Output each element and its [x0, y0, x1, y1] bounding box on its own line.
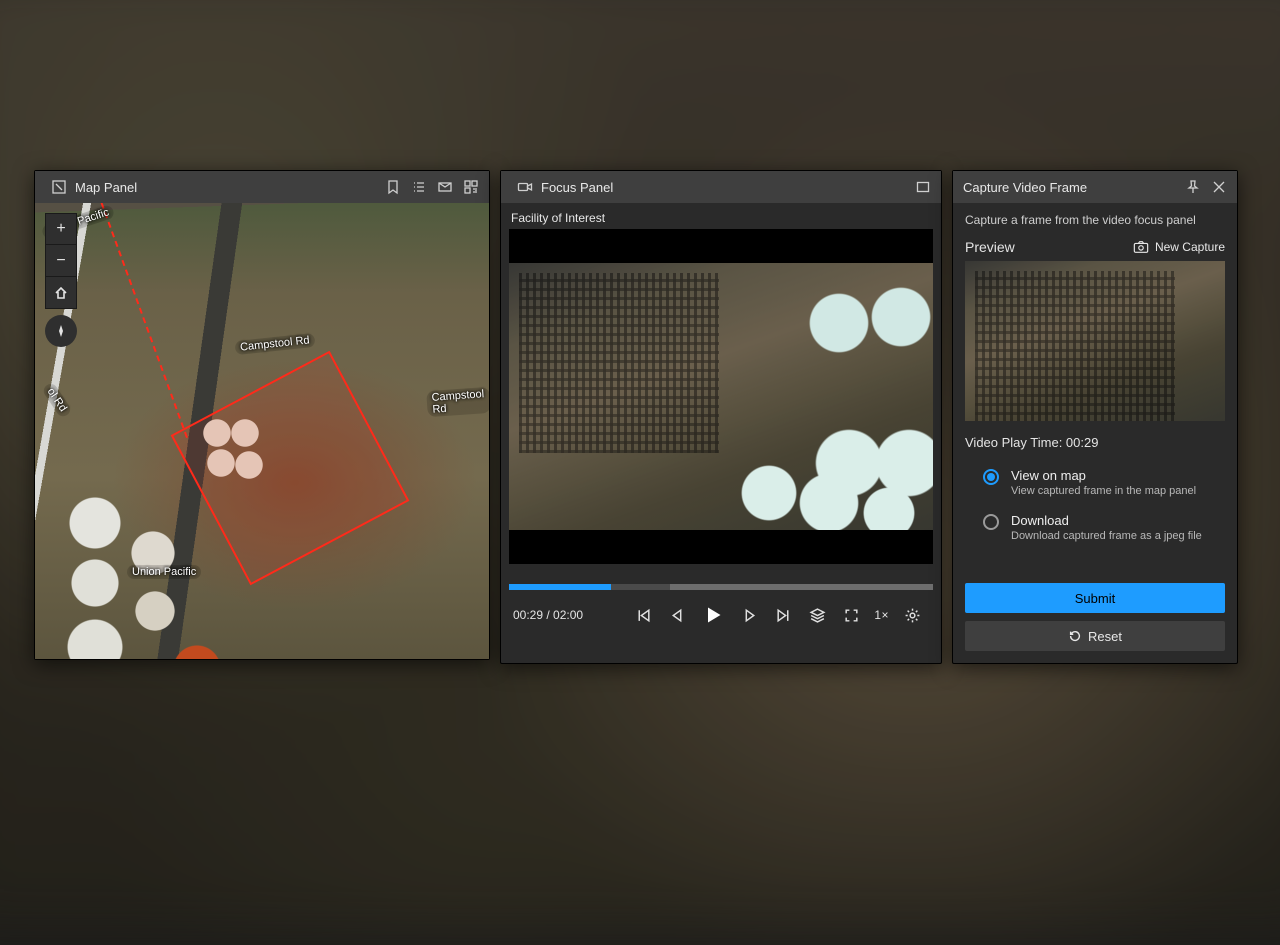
road-label: Union Pacific: [127, 565, 201, 579]
fullscreen-icon[interactable]: [838, 602, 864, 628]
option-desc: Download captured frame as a jpeg file: [1011, 530, 1202, 542]
compass-button[interactable]: [45, 315, 77, 347]
capture-panel-header: Capture Video Frame: [953, 171, 1237, 203]
map-panel: Map Panel Campstool Rd Campstool Rd ol R…: [34, 170, 490, 660]
focus-subtitle: Facility of Interest: [501, 203, 941, 229]
played-range: [509, 584, 611, 590]
capture-panel-title: Capture Video Frame: [963, 180, 1177, 195]
bookmark-icon[interactable]: [383, 177, 403, 197]
preview-label: Preview: [965, 239, 1015, 255]
option-view-on-map[interactable]: View on map View captured frame in the m…: [965, 460, 1225, 505]
capture-panel: Capture Video Frame Capture a frame from…: [952, 170, 1238, 664]
list-icon[interactable]: [409, 177, 429, 197]
map-panel-icon: [49, 177, 69, 197]
video-viewport[interactable]: [509, 229, 933, 564]
settings-gear-icon[interactable]: [899, 602, 925, 628]
option-title: Download: [1011, 513, 1202, 528]
radio-view-on-map[interactable]: [983, 469, 999, 485]
option-title: View on map: [1011, 468, 1196, 483]
playback-rate[interactable]: 1×: [874, 608, 889, 622]
new-capture-label: New Capture: [1155, 240, 1225, 254]
capture-icon[interactable]: [435, 177, 455, 197]
preview-thumbnail: [965, 261, 1225, 421]
submit-button[interactable]: Submit: [965, 583, 1225, 613]
pin-icon[interactable]: [1183, 177, 1203, 197]
buffered-range: [670, 584, 933, 590]
map-panel-title: Map Panel: [75, 180, 377, 195]
close-icon[interactable]: [1209, 177, 1229, 197]
video-progress-bar[interactable]: [509, 584, 933, 590]
zoom-in-button[interactable]: +: [45, 213, 77, 245]
focus-panel: Focus Panel Facility of Interest 00:29 /…: [500, 170, 942, 664]
qr-icon[interactable]: [461, 177, 481, 197]
video-camera-icon: [515, 177, 535, 197]
video-controls: 00:29 / 02:00 1×: [501, 590, 941, 640]
option-desc: View captured frame in the map panel: [1011, 485, 1196, 497]
map-viewport[interactable]: Campstool Rd Campstool Rd ol Rd Union Pa…: [35, 203, 489, 659]
zoom-out-button[interactable]: −: [45, 245, 77, 277]
home-extent-button[interactable]: [45, 277, 77, 309]
maximize-icon[interactable]: [913, 177, 933, 197]
step-forward-button[interactable]: [736, 602, 762, 628]
time-display: 00:29 / 02:00: [513, 608, 583, 622]
reset-label: Reset: [1088, 629, 1122, 644]
skip-start-button[interactable]: [630, 602, 656, 628]
radio-download[interactable]: [983, 514, 999, 530]
skip-end-button[interactable]: [770, 602, 796, 628]
option-download[interactable]: Download Download captured frame as a jp…: [965, 505, 1225, 550]
map-panel-header: Map Panel: [35, 171, 489, 203]
new-capture-button[interactable]: New Capture: [1133, 240, 1225, 254]
video-play-time: Video Play Time: 00:29: [965, 435, 1225, 450]
map-nav-tools: + −: [45, 213, 77, 347]
play-button[interactable]: [698, 600, 728, 630]
step-back-button[interactable]: [664, 602, 690, 628]
road-label: Campstool Rd: [426, 387, 489, 417]
video-frame-image: [509, 263, 933, 530]
layers-icon[interactable]: [804, 602, 830, 628]
reset-button[interactable]: Reset: [965, 621, 1225, 651]
capture-description: Capture a frame from the video focus pan…: [965, 213, 1225, 227]
focus-panel-header: Focus Panel: [501, 171, 941, 203]
focus-panel-title: Focus Panel: [541, 180, 907, 195]
preview-frame-image: [965, 261, 1225, 421]
